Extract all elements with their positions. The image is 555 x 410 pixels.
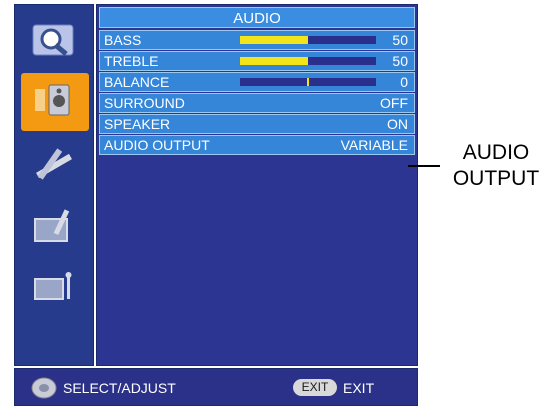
- row-label: BALANCE: [104, 74, 170, 90]
- audio-icon: [35, 84, 70, 116]
- setup-tools-icon: [36, 148, 72, 180]
- osd-menu: AUDIO BASS 50 TREBLE 50 BALANCE 0 SURROU…: [6, 0, 418, 410]
- picture-icon: [32, 24, 74, 56]
- status-bar: SELECT/ADJUST EXIT EXIT: [14, 368, 418, 406]
- bass-slider[interactable]: [240, 36, 376, 44]
- menu-row-treble[interactable]: TREBLE 50: [99, 51, 415, 71]
- menu-row-audio-output[interactable]: AUDIO OUTPUT VARIABLE: [99, 135, 415, 155]
- sidebar-item-picture[interactable]: [21, 11, 89, 69]
- row-label: BASS: [104, 32, 142, 48]
- row-label: AUDIO OUTPUT: [104, 137, 210, 153]
- menu-row-surround[interactable]: SURROUND OFF: [99, 93, 415, 113]
- sidebar-item-setup[interactable]: [21, 135, 89, 193]
- balance-slider[interactable]: [240, 78, 376, 86]
- treble-slider[interactable]: [240, 57, 376, 65]
- menu-title: AUDIO: [99, 7, 415, 28]
- input-icon: [34, 272, 72, 300]
- row-value: OFF: [380, 95, 408, 111]
- audio-menu-panel: AUDIO BASS 50 TREBLE 50 BALANCE 0 SURROU…: [96, 4, 418, 366]
- menu-row-balance[interactable]: BALANCE 0: [99, 72, 415, 92]
- navigation-pad-icon: [31, 377, 57, 399]
- exit-hint: EXIT: [343, 380, 375, 396]
- row-label: TREBLE: [104, 53, 159, 69]
- row-value: 50: [392, 53, 408, 69]
- row-value: 50: [392, 32, 408, 48]
- exit-button-icon[interactable]: EXIT: [293, 379, 337, 396]
- row-value: VARIABLE: [340, 137, 408, 153]
- row-value: ON: [387, 116, 408, 132]
- callout-label: AUDIO OUTPUT: [446, 140, 546, 192]
- sidebar-item-screen[interactable]: [21, 197, 89, 255]
- select-adjust-hint: SELECT/ADJUST: [63, 380, 176, 396]
- sidebar-item-audio[interactable]: [21, 73, 89, 131]
- callout-line: [408, 165, 440, 167]
- screen-icon: [34, 209, 70, 242]
- callout-line-1: AUDIO: [462, 141, 530, 164]
- menu-row-bass[interactable]: BASS 50: [99, 30, 415, 50]
- row-value: 0: [400, 74, 408, 90]
- menu-row-speaker[interactable]: SPEAKER ON: [99, 114, 415, 134]
- sidebar-item-input[interactable]: [21, 259, 89, 317]
- row-label: SURROUND: [104, 95, 185, 111]
- sidebar: [14, 4, 94, 366]
- row-label: SPEAKER: [104, 116, 171, 132]
- callout-line-2: OUTPUT: [452, 167, 540, 190]
